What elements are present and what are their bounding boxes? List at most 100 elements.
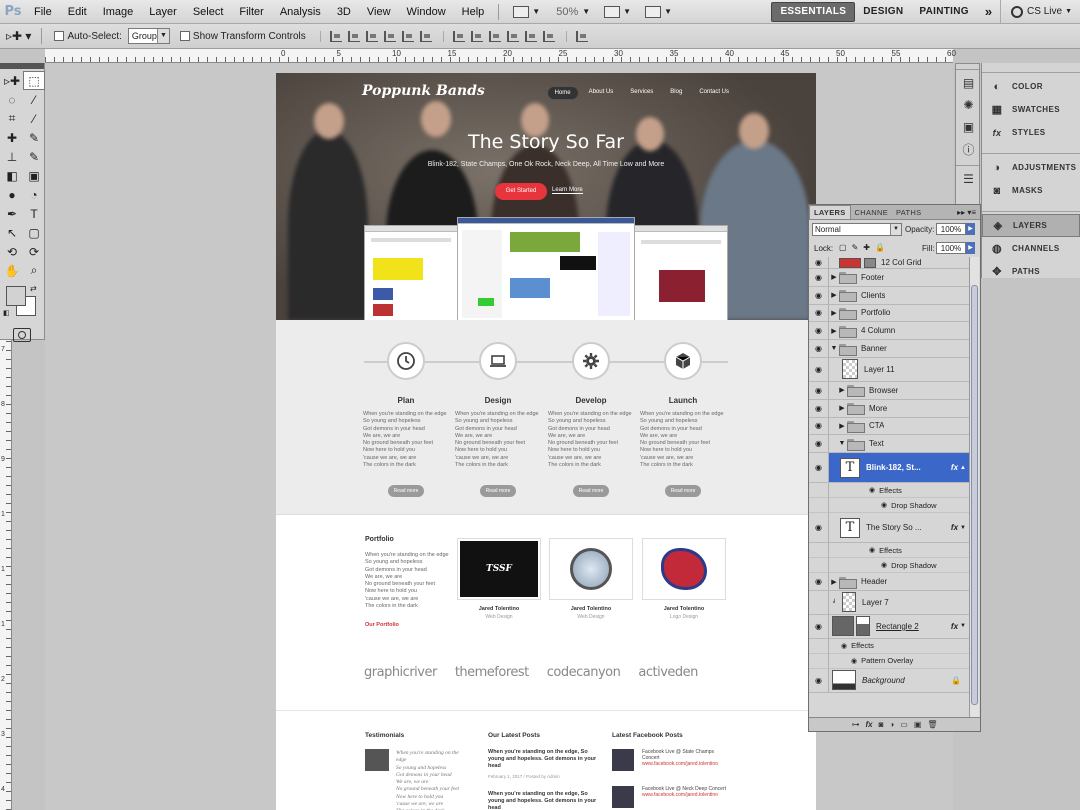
chevron-down-icon[interactable]: ▼ xyxy=(829,345,839,352)
new-group-icon[interactable]: ▭ xyxy=(900,720,908,729)
add-style-icon[interactable]: fx xyxy=(865,720,872,729)
workspace-painting[interactable]: PAINTING xyxy=(911,3,976,21)
blur-icon[interactable]: ● xyxy=(1,185,23,204)
foreground-color-swatch[interactable] xyxy=(6,286,26,306)
opacity-slider-icon[interactable]: ▶ xyxy=(966,223,975,235)
chevron-down-icon[interactable]: ▼ xyxy=(623,7,631,16)
menu-edit[interactable]: Edit xyxy=(60,0,95,24)
workspace-essentials[interactable]: ESSENTIALS xyxy=(771,1,856,22)
adjustment-layer-icon[interactable]: ◑ xyxy=(889,720,894,729)
lasso-icon[interactable]: ◌ xyxy=(1,90,23,109)
lock-image-icon[interactable]: ✎ xyxy=(852,243,859,252)
effects-row[interactable]: ◉ Effects xyxy=(809,638,969,654)
layer-group-row[interactable]: ◉ ▶ Browser xyxy=(809,381,969,400)
hand-icon[interactable]: ✋ xyxy=(1,261,23,280)
layer-group-row[interactable]: ◉ ▶ CTA xyxy=(809,417,969,436)
properties-icon[interactable]: ☰ xyxy=(956,168,981,190)
dock-masks[interactable]: ◙ MASKS xyxy=(982,179,1080,202)
menu-analysis[interactable]: Analysis xyxy=(272,0,329,24)
effect-eye-icon[interactable]: ◉ xyxy=(851,657,857,665)
move-tool-preset-icon[interactable]: ▹✚ ▾ xyxy=(6,29,31,43)
tab-channels[interactable]: CHANNE xyxy=(851,206,892,219)
visibility-eye-icon[interactable]: ◉ xyxy=(809,340,829,357)
gradient-icon[interactable]: ▣ xyxy=(23,166,45,185)
visibility-eye-icon[interactable]: ◉ xyxy=(809,269,829,286)
layer-row-selected[interactable]: ◉ T Blink-182, St... fx ▲ xyxy=(809,453,969,484)
effects-row[interactable]: ◉ Effects xyxy=(809,542,969,559)
dock-color[interactable]: ◐ COLOR xyxy=(982,75,1080,98)
chevron-down-icon[interactable]: ▼ xyxy=(532,7,540,16)
menu-window[interactable]: Window xyxy=(399,0,454,24)
effect-eye-icon[interactable]: ◉ xyxy=(841,642,847,650)
align-hcenter-icon[interactable] xyxy=(401,30,414,42)
visibility-eye-icon[interactable]: ◉ xyxy=(809,435,829,453)
healing-icon[interactable]: ✚ xyxy=(1,128,23,147)
menu-3d[interactable]: 3D xyxy=(329,0,359,24)
dock-swatches[interactable]: ▦ SWATCHES xyxy=(982,98,1080,121)
menu-file[interactable]: File xyxy=(26,0,60,24)
dock-styles[interactable]: fx STYLES xyxy=(982,121,1080,144)
arrange-documents-icon[interactable] xyxy=(604,5,621,18)
layer-row[interactable]: ◉ Background 🔒 xyxy=(809,668,969,693)
pattern-overlay-row[interactable]: ◉ Pattern Overlay xyxy=(809,653,969,669)
panel-menu-icon[interactable]: ▸▸ ▾≡ xyxy=(957,206,980,219)
dock-paths[interactable]: ✥ PATHS xyxy=(982,260,1080,283)
fx-icon[interactable]: fx xyxy=(951,463,960,472)
menu-select[interactable]: Select xyxy=(185,0,232,24)
3d-orbit-icon[interactable]: ⟳ xyxy=(23,242,45,261)
blend-mode-dropdown[interactable]: Normal ▼ xyxy=(812,223,902,236)
chevron-right-icon[interactable]: ▶ xyxy=(829,327,839,335)
menu-filter[interactable]: Filter xyxy=(231,0,271,24)
menu-help[interactable]: Help xyxy=(454,0,493,24)
distribute-bottom-icon[interactable] xyxy=(488,30,501,42)
layer-group-row[interactable]: ◉ ▶ 4 Column xyxy=(809,322,969,341)
history-brush-icon[interactable]: ✎ xyxy=(23,147,45,166)
distribute-hcenter-icon[interactable] xyxy=(524,30,537,42)
align-vcenter-icon[interactable] xyxy=(347,30,360,42)
menu-layer[interactable]: Layer xyxy=(141,0,185,24)
chevron-right-icon[interactable]: ▶ xyxy=(837,386,847,394)
ruler-vertical[interactable]: 7 8 9 1 1 1 2 3 4 xyxy=(0,340,12,810)
chevron-down-icon[interactable]: ▼ xyxy=(960,525,969,531)
show-transform-checkbox[interactable]: Show Transform Controls xyxy=(179,31,306,42)
eraser-icon[interactable]: ◧ xyxy=(1,166,23,185)
brush-icon[interactable]: ✎ xyxy=(23,128,45,147)
pen-icon[interactable]: ✒ xyxy=(1,204,23,223)
layer-row[interactable]: ◉ Rectangle 2 fx ▼ xyxy=(809,614,969,639)
marquee-icon[interactable]: ⬚ xyxy=(23,71,45,90)
opacity-input[interactable]: 100% xyxy=(936,223,966,235)
visibility-eye-icon[interactable]: ◉ xyxy=(809,381,829,399)
effect-eye-icon[interactable]: ◉ xyxy=(881,561,887,569)
ruler-horizontal[interactable]: 0 5 10 15 20 25 30 35 40 45 50 55 60 xyxy=(45,49,956,63)
layer-group-row[interactable]: ◉ ▼ Text xyxy=(809,435,969,454)
screen-toggle-icon[interactable] xyxy=(645,5,662,18)
menu-image[interactable]: Image xyxy=(95,0,142,24)
fill-input[interactable]: 100% xyxy=(936,242,966,254)
visibility-eye-icon[interactable]: ◉ xyxy=(809,286,829,304)
dock-layers[interactable]: ◈ LAYERS xyxy=(982,214,1080,237)
layer-row[interactable]: ◉ T The Story So ... fx ▼ xyxy=(809,513,969,544)
link-layers-icon[interactable]: ⊶ xyxy=(851,720,859,729)
path-select-icon[interactable]: ↖ xyxy=(1,223,23,242)
auto-select-dropdown[interactable]: Group ▼ xyxy=(127,28,170,44)
layer-group-row[interactable]: ◉ ▶ Footer xyxy=(809,269,969,287)
effect-eye-icon[interactable]: ◉ xyxy=(881,501,887,509)
zoom-icon[interactable]: ⌕ xyxy=(23,261,45,280)
chevron-down-icon[interactable]: ▼ xyxy=(664,7,672,16)
distribute-left-icon[interactable] xyxy=(506,30,519,42)
layer-group-row[interactable]: ◉ ▶ Portfolio xyxy=(809,304,969,323)
visibility-eye-icon[interactable]: ◉ xyxy=(809,453,829,483)
effect-eye-icon[interactable]: ◉ xyxy=(869,486,875,494)
fill-slider-icon[interactable]: ▶ xyxy=(966,242,975,254)
default-colors-icon[interactable]: ◧ xyxy=(3,309,10,317)
quick-mask-icon[interactable] xyxy=(13,328,31,342)
visibility-eye-icon[interactable]: ◉ xyxy=(809,257,829,268)
quick-select-icon[interactable]: ⁄ xyxy=(23,90,45,109)
visibility-eye-icon[interactable]: ◉ xyxy=(809,573,829,590)
auto-select-checkbox[interactable]: Auto-Select: xyxy=(54,31,122,42)
layer-row[interactable]: ⫰ Layer 7 xyxy=(809,590,969,615)
dock-adjustments[interactable]: ◑ ADJUSTMENTS xyxy=(982,156,1080,179)
effects-row[interactable]: ◉ Effects xyxy=(809,482,969,499)
chevron-right-icon[interactable]: ▶ xyxy=(829,309,839,317)
stamp-icon[interactable]: ⊥ xyxy=(1,147,23,166)
